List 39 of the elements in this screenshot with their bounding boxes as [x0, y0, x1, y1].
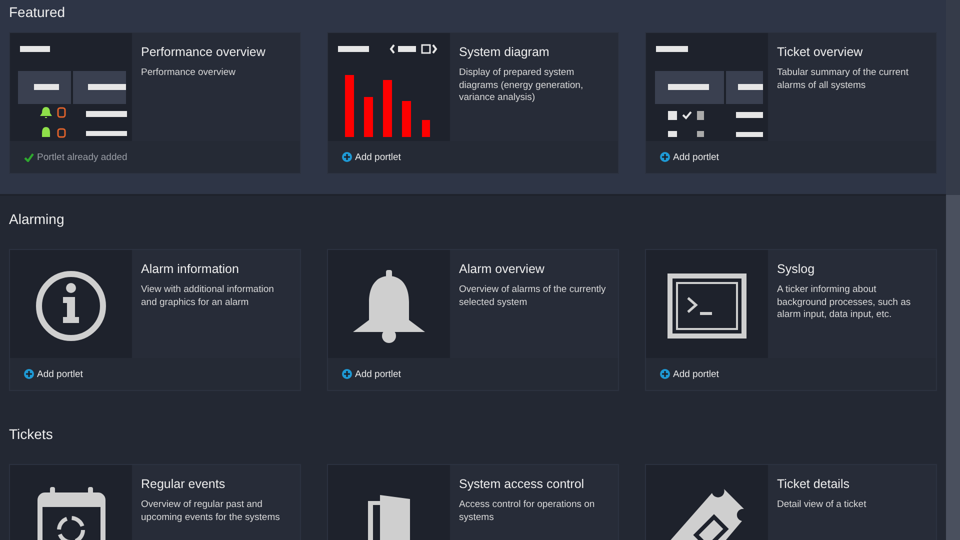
card-title: Performance overview	[141, 45, 266, 59]
card-description: Detail view of a ticket	[777, 499, 866, 512]
calendar-icon	[38, 487, 106, 540]
card-title: Alarm overview	[459, 262, 546, 276]
card-description: Access control for operations on systems	[459, 499, 596, 524]
card-title: Alarm information	[141, 262, 240, 276]
plus-circle-icon	[342, 152, 352, 162]
check-icon	[24, 152, 34, 162]
add-portlet-button[interactable]: Add portlet	[660, 152, 719, 162]
bell-icon	[353, 270, 425, 343]
card-description: Performance overview	[141, 67, 237, 80]
card-title: Regular events	[141, 477, 226, 491]
card-description: Tabular summary of the current alarms of all systems	[777, 67, 910, 92]
card-description: Overview of alarms of the currently selected system	[459, 284, 607, 309]
add-portlet-button[interactable]: Add portlet	[342, 152, 401, 162]
card-description: A ticker informing about background processes, such as alarm input, data input, etc.	[777, 284, 912, 322]
card-description: Overview of regular past and upcoming events for the systems	[141, 499, 281, 524]
add-portlet-button[interactable]: Add portlet	[342, 368, 401, 380]
info-icon	[36, 271, 106, 341]
card-title: System diagram	[459, 45, 550, 59]
card-title: Ticket overview	[777, 45, 864, 59]
plus-circle-icon	[342, 369, 352, 379]
section-title: Featured	[9, 3, 66, 21]
plus-circle-icon	[660, 369, 670, 379]
door-icon	[368, 495, 410, 540]
plus-circle-icon	[24, 369, 34, 379]
terminal-icon	[668, 274, 746, 338]
card-description: Display of prepared system diagrams (energy generation, variance analysis)	[459, 67, 584, 104]
card-title: Ticket details	[777, 477, 850, 491]
scrollbar[interactable]	[946, 0, 960, 540]
card-title: Syslog	[777, 262, 816, 276]
added-status: Portlet already added	[24, 152, 128, 162]
card-title: System access control	[459, 477, 586, 491]
card-description: View with additional information and graphics for an alarm	[141, 284, 275, 309]
section-title: Tickets	[9, 425, 54, 443]
add-portlet-button[interactable]: Add portlet	[660, 368, 719, 380]
add-portlet-button[interactable]: Add portlet	[24, 368, 83, 380]
section-title: Alarming	[9, 210, 66, 228]
plus-circle-icon	[660, 152, 670, 162]
